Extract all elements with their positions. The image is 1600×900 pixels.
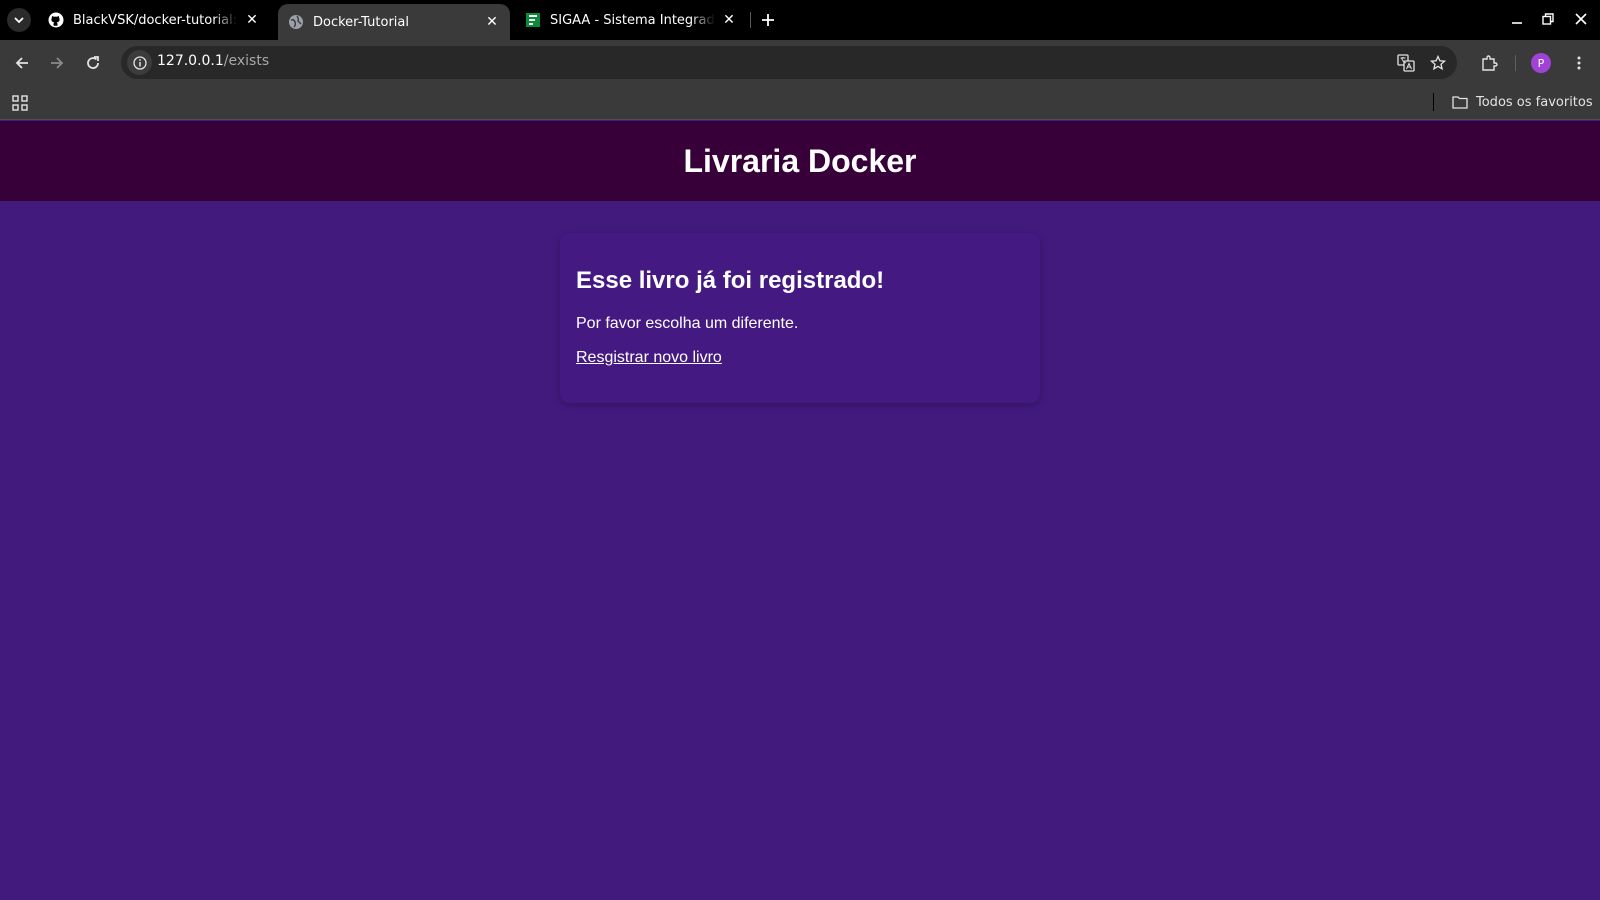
site-title: Livraria Docker: [683, 142, 917, 179]
address-bar[interactable]: 127.0.0.1/exists: [121, 46, 1457, 79]
bookmark-star-button[interactable]: [1427, 52, 1449, 74]
apps-grid-icon: [12, 95, 28, 111]
restore-icon: [1542, 13, 1554, 25]
tab-separator: [750, 12, 751, 28]
github-icon: [48, 12, 64, 28]
plus-icon: [762, 14, 774, 26]
translate-icon: [1397, 54, 1415, 72]
apps-button[interactable]: [10, 93, 30, 113]
url-host: 127.0.0.1: [157, 53, 224, 69]
extensions-button[interactable]: [1476, 50, 1502, 76]
url-path: /exists: [223, 53, 270, 69]
url-text: 127.0.0.1/exists: [157, 53, 269, 69]
more-vertical-icon: [1577, 56, 1581, 70]
globe-icon: [288, 14, 304, 30]
close-window-button[interactable]: [1570, 8, 1592, 30]
bookmarks-divider: [1433, 93, 1434, 111]
forward-button[interactable]: [44, 50, 70, 76]
close-icon[interactable]: ✕: [244, 12, 260, 28]
browser-menu-button[interactable]: [1566, 50, 1592, 76]
puzzle-icon: [1482, 55, 1498, 71]
tab-strip: BlackVSK/docker-tutorial: C ✕ Docker-Tut…: [0, 0, 1600, 40]
close-icon: [1575, 13, 1587, 25]
card-message: Por favor escolha um diferente.: [576, 315, 799, 332]
chevron-down-icon: [14, 17, 24, 24]
sigaa-icon: [525, 12, 541, 28]
minimize-button[interactable]: [1506, 8, 1528, 30]
bookmarks-bar: Todos os favoritos: [0, 85, 1600, 120]
profile-avatar[interactable]: P: [1531, 53, 1551, 73]
info-icon: [132, 55, 147, 70]
tab-title: SIGAA - Sistema Integrado: [550, 12, 715, 28]
tab-search-button[interactable]: [7, 8, 31, 32]
reload-button[interactable]: [80, 50, 106, 76]
tab-sigaa[interactable]: SIGAA - Sistema Integrado ✕: [515, 0, 747, 40]
site-header: Livraria Docker: [0, 121, 1600, 201]
close-icon[interactable]: ✕: [484, 14, 500, 30]
all-bookmarks-folder[interactable]: Todos os favoritos: [1452, 91, 1593, 113]
card-heading: Esse livro já foi registrado!: [576, 267, 885, 294]
tab-title: BlackVSK/docker-tutorial: C: [73, 12, 238, 28]
back-button[interactable]: [9, 50, 35, 76]
arrow-right-icon: [51, 57, 64, 69]
tab-github[interactable]: BlackVSK/docker-tutorial: C ✕: [38, 0, 270, 40]
restore-button[interactable]: [1537, 8, 1559, 30]
tab-docker-tutorial[interactable]: Docker-Tutorial ✕: [278, 4, 510, 40]
toolbar-divider: [1515, 55, 1516, 71]
browser-toolbar: 127.0.0.1/exists P: [0, 40, 1600, 85]
site-info-button[interactable]: [127, 50, 152, 75]
star-icon: [1430, 55, 1446, 71]
new-tab-button[interactable]: [757, 9, 779, 31]
translate-button[interactable]: [1395, 52, 1417, 74]
arrow-left-icon: [15, 57, 28, 69]
folder-icon: [1452, 96, 1468, 109]
tab-title: Docker-Tutorial: [313, 14, 409, 30]
close-icon[interactable]: ✕: [721, 12, 737, 28]
register-new-book-link[interactable]: Resgistrar novo livro: [576, 349, 722, 367]
all-bookmarks-label: Todos os favoritos: [1476, 94, 1593, 110]
minimize-icon: [1512, 22, 1522, 24]
message-card: Esse livro já foi registrado! Por favor …: [560, 233, 1040, 403]
web-page: Livraria Docker Esse livro já foi regist…: [0, 121, 1600, 900]
reload-icon: [87, 56, 99, 69]
